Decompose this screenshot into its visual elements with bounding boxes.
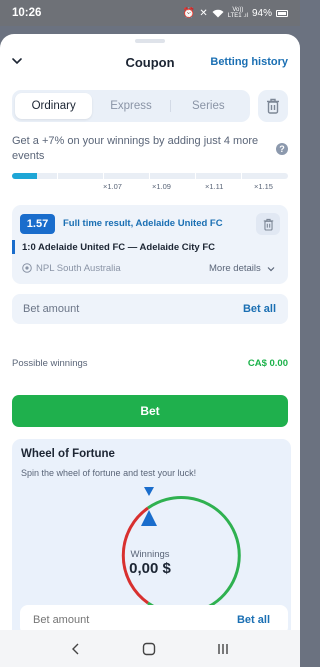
progress-divider bbox=[149, 173, 150, 179]
status-time: 10:26 bbox=[12, 7, 42, 19]
promo-text: Get a +7% on your winnings by adding jus… bbox=[12, 135, 259, 162]
help-icon[interactable]: ? bbox=[276, 143, 288, 155]
battery-level: 94% bbox=[251, 7, 272, 19]
progress-fill bbox=[12, 173, 37, 179]
betting-history-link[interactable]: Betting history bbox=[210, 56, 288, 68]
home-icon[interactable] bbox=[142, 642, 156, 656]
coupon-sheet: Coupon Betting history Ordinary Express … bbox=[0, 34, 300, 630]
winnings-label: Winnings bbox=[130, 549, 170, 560]
market-label: Full time result, Adelaide United FC bbox=[63, 218, 223, 229]
progress-divider bbox=[57, 173, 58, 179]
multiplier-label: ×1.07 bbox=[103, 182, 122, 191]
tab-express[interactable]: Express bbox=[92, 93, 169, 119]
express-bonus-progress bbox=[12, 173, 288, 179]
battery-icon bbox=[276, 9, 288, 17]
remove-event-button[interactable] bbox=[256, 213, 280, 235]
progress-divider bbox=[103, 173, 104, 179]
system-nav-bar bbox=[0, 630, 300, 667]
mute-icon: ✕ bbox=[199, 7, 208, 19]
trash-icon bbox=[263, 218, 273, 231]
bet-type-tabs: Ordinary Express Series bbox=[12, 90, 250, 122]
coupon-header: Coupon Betting history bbox=[0, 48, 300, 76]
wheel-bet-amount-field: Bet all bbox=[20, 605, 288, 630]
bet-all-button[interactable]: Bet all bbox=[243, 303, 276, 315]
selection-indicator bbox=[12, 240, 15, 254]
soccer-ball-icon bbox=[22, 263, 32, 273]
recents-icon[interactable] bbox=[216, 642, 230, 656]
winnings-value: 0,00 $ bbox=[129, 560, 171, 577]
wheel-bet-all-button[interactable]: Bet all bbox=[237, 614, 270, 626]
bet-amount-field: Bet all bbox=[12, 294, 288, 324]
pointer-triangle-icon bbox=[144, 487, 154, 496]
match-name: 1:0 Adelaide United FC — Adelaide City F… bbox=[22, 242, 216, 253]
wifi-icon bbox=[212, 9, 224, 17]
progress-divider bbox=[241, 173, 242, 179]
clear-coupon-button[interactable] bbox=[258, 90, 288, 122]
odds-badge: 1.57 bbox=[20, 214, 55, 234]
tab-ordinary[interactable]: Ordinary bbox=[15, 93, 93, 119]
status-bar: 10:26 ⏰ ✕ Vo)) LTE1 .ıl 94% bbox=[0, 0, 300, 26]
progress-divider bbox=[195, 173, 196, 179]
event-card: 1.57 Full time result, Adelaide United F… bbox=[12, 205, 288, 284]
possible-winnings-value: CA$ 0.00 bbox=[247, 358, 288, 369]
sheet-grabber[interactable] bbox=[135, 39, 165, 43]
status-icons: ⏰ ✕ Vo)) LTE1 .ıl 94% bbox=[183, 7, 288, 19]
alarm-icon: ⏰ bbox=[182, 7, 196, 19]
tab-series[interactable]: Series bbox=[169, 93, 247, 119]
multiplier-label: ×1.15 bbox=[254, 182, 273, 191]
fortune-wheel[interactable] bbox=[12, 439, 291, 630]
bet-button[interactable]: Bet bbox=[12, 395, 288, 427]
multiplier-label: ×1.09 bbox=[152, 182, 171, 191]
multiplier-label: ×1.11 bbox=[205, 182, 224, 191]
back-icon[interactable] bbox=[70, 642, 82, 656]
bet-amount-input[interactable] bbox=[12, 294, 212, 324]
wheel-bet-amount-input[interactable] bbox=[20, 605, 210, 630]
chevron-down-icon[interactable] bbox=[267, 265, 275, 273]
more-details-link[interactable]: More details bbox=[209, 263, 261, 274]
trash-icon bbox=[267, 98, 279, 114]
possible-winnings-label: Possible winnings bbox=[12, 358, 88, 369]
wheel-of-fortune-card: Wheel of Fortune Spin the wheel of fortu… bbox=[12, 439, 291, 630]
network-indicator: Vo)) LTE1 .ıl bbox=[227, 7, 248, 19]
league-name: NPL South Australia bbox=[36, 263, 121, 274]
